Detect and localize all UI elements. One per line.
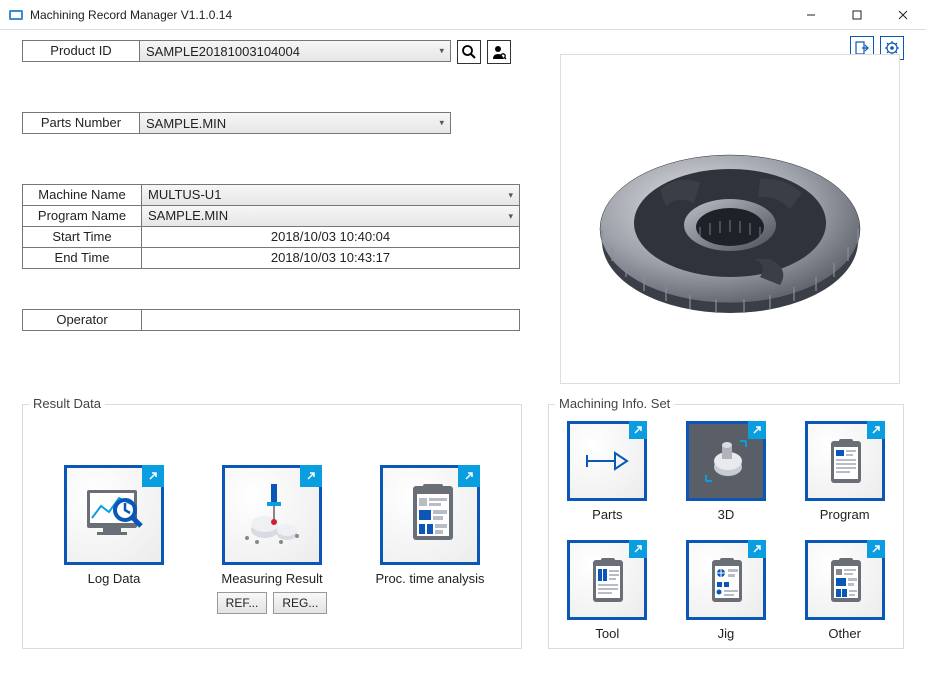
proc-time-icon: [395, 480, 465, 550]
log-data-icon: [79, 480, 149, 550]
popup-arrow-icon: [629, 421, 647, 439]
chevron-down-icon: ▾: [508, 206, 513, 226]
user-search-button[interactable]: [487, 40, 511, 64]
program-name-combo[interactable]: SAMPLE.MIN ▾: [142, 205, 520, 227]
gear-render-icon: [580, 79, 880, 359]
machining-info-legend: Machining Info. Set: [555, 396, 674, 411]
ref-button[interactable]: REF...: [217, 592, 268, 614]
program-label: Program: [805, 507, 885, 522]
popup-arrow-icon: [867, 540, 885, 558]
jig-icon: [700, 554, 752, 606]
machine-name-value: MULTUS-U1: [148, 187, 221, 202]
machining-info-group: Machining Info. Set Parts: [548, 404, 904, 649]
reg-button[interactable]: REG...: [273, 592, 327, 614]
machine-name-label: Machine Name: [22, 184, 142, 206]
product-id-label: Product ID: [22, 40, 140, 62]
proc-time-tile[interactable]: [380, 465, 480, 565]
program-icon: [819, 435, 871, 487]
3d-tile[interactable]: [686, 421, 766, 501]
popup-arrow-icon: [748, 540, 766, 558]
3d-label: 3D: [686, 507, 766, 522]
result-data-legend: Result Data: [29, 396, 105, 411]
minimize-button[interactable]: [788, 0, 834, 30]
end-time-value: 2018/10/03 10:43:17: [142, 247, 520, 269]
chevron-down-icon: ▾: [439, 118, 444, 129]
measuring-result-tile[interactable]: [222, 465, 322, 565]
titlebar: Machining Record Manager V1.1.0.14: [0, 0, 926, 30]
measuring-result-icon: [237, 480, 307, 550]
app-icon: [8, 7, 24, 23]
proc-time-label: Proc. time analysis: [355, 571, 505, 586]
parts-tile[interactable]: [567, 421, 647, 501]
tool-tile[interactable]: [567, 540, 647, 620]
popup-arrow-icon: [867, 421, 885, 439]
operator-label: Operator: [22, 309, 142, 331]
jig-tile[interactable]: [686, 540, 766, 620]
popup-arrow-icon: [458, 465, 480, 487]
program-tile[interactable]: [805, 421, 885, 501]
tool-label: Tool: [567, 626, 647, 641]
search-button[interactable]: [457, 40, 481, 64]
log-data-label: Log Data: [39, 571, 189, 586]
parts-number-value: SAMPLE.MIN: [146, 116, 226, 131]
jig-label: Jig: [686, 626, 766, 641]
chevron-down-icon: ▾: [508, 185, 513, 205]
program-name-value: SAMPLE.MIN: [148, 208, 228, 223]
product-id-combo[interactable]: SAMPLE20181003104004 ▾: [139, 40, 451, 62]
result-data-group: Result Data Log Data: [22, 404, 522, 649]
popup-arrow-icon: [748, 421, 766, 439]
product-id-value: SAMPLE20181003104004: [146, 44, 300, 59]
other-label: Other: [805, 626, 885, 641]
log-data-tile[interactable]: [64, 465, 164, 565]
parts-number-combo[interactable]: SAMPLE.MIN ▾: [139, 112, 451, 134]
other-icon: [819, 554, 871, 606]
window-title: Machining Record Manager V1.1.0.14: [30, 8, 788, 22]
tool-icon: [581, 554, 633, 606]
start-time-value: 2018/10/03 10:40:04: [142, 226, 520, 248]
popup-arrow-icon: [142, 465, 164, 487]
program-name-label: Program Name: [22, 205, 142, 227]
popup-arrow-icon: [629, 540, 647, 558]
close-button[interactable]: [880, 0, 926, 30]
popup-arrow-icon: [300, 465, 322, 487]
chevron-down-icon: ▾: [439, 46, 444, 57]
machine-name-combo[interactable]: MULTUS-U1 ▾: [142, 184, 520, 206]
3d-icon: [700, 435, 752, 487]
measuring-result-label: Measuring Result: [197, 571, 347, 586]
part-preview: [560, 54, 900, 384]
operator-value: [142, 309, 520, 331]
parts-label: Parts: [567, 507, 647, 522]
parts-number-label: Parts Number: [22, 112, 140, 134]
start-time-label: Start Time: [22, 226, 142, 248]
parts-icon: [581, 435, 633, 487]
maximize-button[interactable]: [834, 0, 880, 30]
other-tile[interactable]: [805, 540, 885, 620]
end-time-label: End Time: [22, 247, 142, 269]
